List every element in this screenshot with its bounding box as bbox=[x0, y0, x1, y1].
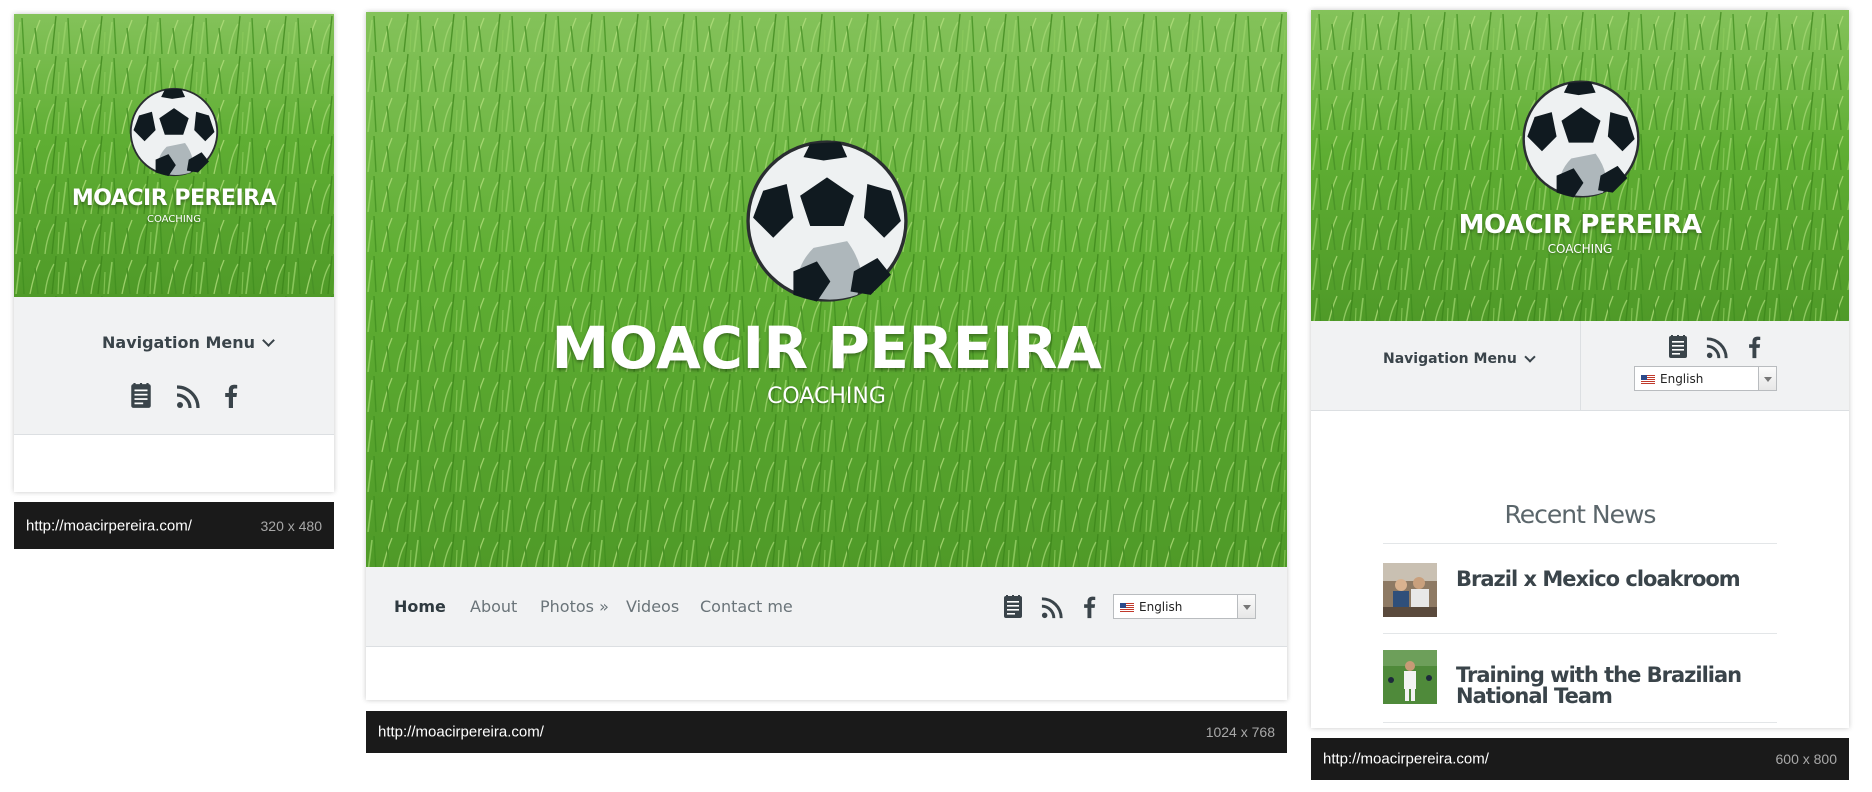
nav-item-home[interactable]: Home bbox=[394, 597, 446, 616]
dropdown-arrow-icon bbox=[1237, 595, 1255, 618]
device-dimensions: 320 x 480 bbox=[260, 517, 323, 534]
device-preview-tablet: MOACIR PEREIRA COACHING Navigation Menu … bbox=[1311, 10, 1849, 728]
device-url: http://moacirpereira.com/ bbox=[1323, 750, 1489, 768]
navigation-menu-toggle[interactable]: Navigation Menu bbox=[102, 333, 275, 352]
nav-divider bbox=[1580, 321, 1581, 411]
news-thumbnail[interactable] bbox=[1383, 563, 1437, 617]
hero-banner: MOACIR PEREIRA COACHING bbox=[1311, 10, 1849, 321]
tablet-nav-area: Navigation Menu English bbox=[1311, 321, 1849, 411]
recent-news-heading: Recent News bbox=[1504, 500, 1657, 529]
blog-icon[interactable] bbox=[130, 383, 152, 409]
nav-item-photos[interactable]: Photos » bbox=[540, 597, 609, 616]
device-preview-mobile: MOACIR PEREIRA COACHING Navigation Menu bbox=[14, 14, 334, 492]
main-navigation-bar: Home About Photos » Videos Contact me En… bbox=[366, 567, 1287, 647]
device-url: http://moacirpereira.com/ bbox=[378, 723, 544, 741]
soccer-ball-logo bbox=[743, 137, 911, 305]
news-item-title[interactable]: Brazil x Mexico cloakroom bbox=[1456, 569, 1776, 590]
site-tagline: COACHING bbox=[1547, 242, 1613, 256]
news-item[interactable]: Training with the Brazilian National Tea… bbox=[1383, 650, 1777, 710]
device-caption-desktop: http://moacirpereira.com/ 1024 x 768 bbox=[366, 711, 1287, 753]
site-title[interactable]: MOACIR PEREIRA bbox=[366, 314, 1287, 382]
news-divider bbox=[1383, 633, 1777, 634]
us-flag-icon bbox=[1641, 375, 1655, 384]
language-selected-label: English bbox=[1139, 599, 1183, 614]
device-dimensions: 1024 x 768 bbox=[1205, 724, 1275, 740]
news-divider bbox=[1383, 722, 1777, 723]
news-item[interactable]: Brazil x Mexico cloakroom bbox=[1383, 561, 1777, 621]
site-title[interactable]: MOACIR PEREIRA bbox=[1311, 210, 1849, 240]
mobile-nav-area: Navigation Menu bbox=[14, 297, 334, 435]
nav-item-contact[interactable]: Contact me bbox=[700, 597, 793, 616]
device-dimensions: 600 x 800 bbox=[1775, 751, 1838, 767]
rss-icon[interactable] bbox=[176, 385, 200, 409]
chevron-down-icon bbox=[1524, 351, 1536, 363]
language-selected-label: English bbox=[1660, 371, 1704, 386]
site-tagline: COACHING bbox=[146, 214, 202, 225]
device-caption-mobile: http://moacirpereira.com/ 320 x 480 bbox=[14, 502, 334, 549]
language-select[interactable]: English bbox=[1113, 594, 1256, 619]
site-tagline: COACHING bbox=[767, 384, 886, 409]
hero-banner: MOACIR PEREIRA COACHING bbox=[366, 12, 1287, 567]
hero-banner: MOACIR PEREIRA COACHING bbox=[14, 14, 334, 297]
language-select[interactable]: English bbox=[1634, 366, 1777, 391]
chevron-down-icon bbox=[262, 333, 275, 347]
site-title[interactable]: MOACIR PEREIRA bbox=[14, 186, 334, 211]
dropdown-arrow-icon bbox=[1758, 367, 1776, 390]
facebook-icon[interactable] bbox=[1083, 595, 1096, 619]
soccer-ball-logo bbox=[1520, 78, 1642, 200]
device-preview-desktop: MOACIR PEREIRA COACHING Home About Photo… bbox=[366, 12, 1287, 700]
navigation-menu-toggle[interactable]: Navigation Menu bbox=[1383, 351, 1536, 367]
rss-icon[interactable] bbox=[1706, 337, 1728, 359]
news-item-title[interactable]: Training with the Brazilian National Tea… bbox=[1456, 665, 1756, 707]
nav-item-about[interactable]: About bbox=[470, 597, 517, 616]
news-thumbnail[interactable] bbox=[1383, 650, 1437, 704]
device-url: http://moacirpereira.com/ bbox=[26, 517, 192, 534]
soccer-ball-logo bbox=[128, 86, 220, 178]
navigation-menu-label: Navigation Menu bbox=[1383, 351, 1517, 367]
navigation-menu-label: Navigation Menu bbox=[102, 333, 255, 352]
blog-icon[interactable] bbox=[1668, 335, 1688, 359]
nav-item-videos[interactable]: Videos bbox=[626, 597, 679, 616]
blog-icon[interactable] bbox=[1003, 595, 1023, 619]
facebook-icon[interactable] bbox=[1748, 335, 1761, 359]
us-flag-icon bbox=[1120, 603, 1134, 612]
news-divider bbox=[1383, 543, 1777, 544]
rss-icon[interactable] bbox=[1041, 597, 1063, 619]
facebook-icon[interactable] bbox=[224, 383, 238, 409]
device-caption-tablet: http://moacirpereira.com/ 600 x 800 bbox=[1311, 738, 1849, 780]
